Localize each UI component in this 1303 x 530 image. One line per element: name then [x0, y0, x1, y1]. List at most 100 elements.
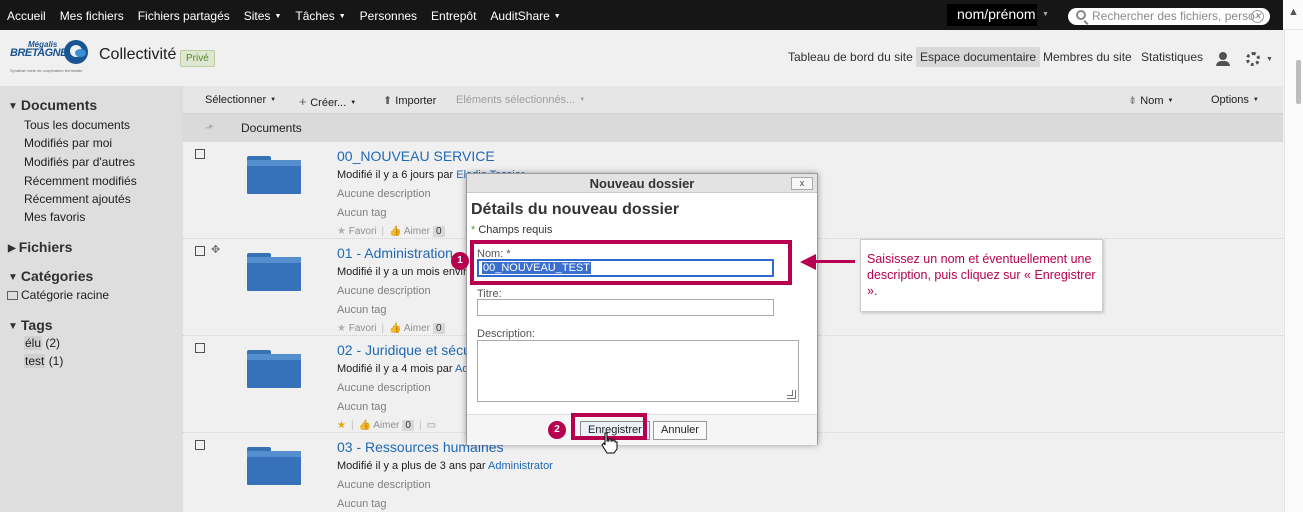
- sidebar-fichiers-header[interactable]: ▶ Fichiers: [8, 239, 72, 255]
- gear-icon[interactable]: [1246, 52, 1260, 66]
- description-field[interactable]: [477, 340, 799, 402]
- sidebar-tags-header[interactable]: ▼ Tags: [8, 317, 53, 333]
- author-link[interactable]: Administrator: [488, 460, 553, 472]
- sidebar-tag-test[interactable]: test (1): [24, 354, 63, 368]
- topnav-sites[interactable]: Sites ▼: [244, 9, 282, 23]
- folder-icon[interactable]: [247, 447, 301, 485]
- arrow-line: [815, 260, 855, 263]
- sidebar-item-modifies-par-moi[interactable]: Modifiés par moi: [24, 136, 112, 150]
- breadcrumb-bar: ⬏ Documents: [183, 114, 1283, 142]
- row-checkbox[interactable]: [195, 440, 205, 450]
- scroll-up-arrow-icon[interactable]: ▲: [1288, 6, 1299, 18]
- tag-count: (2): [45, 336, 61, 350]
- caret-down-icon: ▼: [338, 13, 346, 20]
- star-icon[interactable]: ★: [337, 323, 346, 334]
- dialog-heading: Détails du nouveau dossier: [471, 201, 680, 218]
- description-text: Aucune description: [337, 382, 431, 394]
- caret-down-icon: ▼: [270, 97, 277, 103]
- select-menu-button[interactable]: Sélectionner ▼: [205, 94, 276, 106]
- user-menu[interactable]: nom/prénom: [947, 4, 1037, 26]
- required-note-text: Champs requis: [478, 224, 553, 236]
- new-folder-dialog: Nouveau dossier x Détails du nouveau dos…: [466, 173, 818, 445]
- sidebar-item-mes-favoris[interactable]: Mes favoris: [24, 210, 85, 224]
- topnav-sites-label: Sites: [243, 9, 271, 23]
- top-navigation-menu: Accueil Mes fichiers Fichiers partagés S…: [0, 9, 568, 23]
- search-input[interactable]: Rechercher des fichiers, perso ✕: [1068, 8, 1270, 25]
- like-count: 0: [432, 323, 445, 334]
- row-actions: ★ | 👍 Aimer 0 | ▭: [337, 420, 437, 431]
- sitenav-tableau-de-bord[interactable]: Tableau de bord du site: [788, 50, 913, 64]
- top-navigation-bar: Accueil Mes fichiers Fichiers partagés S…: [0, 0, 1303, 30]
- row-actions: ★ Favori | 👍 Aimer 0: [337, 226, 445, 237]
- sort-label: Nom: [1140, 95, 1164, 107]
- selected-items-label: Eléments sélectionnés...: [456, 94, 576, 106]
- sidebar-documents-header[interactable]: ▼ Documents: [8, 97, 97, 113]
- create-menu-button[interactable]: + Créer... ▼: [299, 94, 356, 109]
- like-link[interactable]: Aimer: [373, 420, 399, 431]
- parent-folder-icon[interactable]: ⬏: [205, 123, 215, 134]
- sidebar-categories-header[interactable]: ▼ Catégories: [8, 268, 93, 284]
- favorite-link[interactable]: Favori: [349, 226, 377, 237]
- folder-title-link[interactable]: 00_NOUVEAU SERVICE: [337, 148, 495, 164]
- favorite-link[interactable]: Favori: [349, 323, 377, 334]
- sitenav-espace-documentaire[interactable]: Espace documentaire: [916, 47, 1041, 67]
- sidebar-item-recemment-modifies[interactable]: Récemment modifiés: [24, 174, 137, 188]
- name-field-value: 00_NOUVEAU_TEST: [482, 262, 591, 274]
- caret-down-icon: ▼: [274, 13, 282, 20]
- select-label: Sélectionner: [205, 94, 267, 106]
- clear-search-icon[interactable]: ✕: [1251, 10, 1264, 23]
- options-label: Options: [1211, 94, 1249, 106]
- gear-caret-icon[interactable]: ▼: [1266, 56, 1273, 63]
- topnav-auditshare[interactable]: AuditShare ▼: [490, 9, 560, 23]
- star-icon[interactable]: ★: [337, 420, 346, 431]
- selected-items-menu[interactable]: Eléments sélectionnés... ▼: [456, 94, 585, 106]
- like-icon[interactable]: 👍: [359, 420, 371, 431]
- logo-swirl-icon: [64, 40, 88, 64]
- topnav-accueil[interactable]: Accueil: [7, 9, 46, 23]
- folder-icon[interactable]: [247, 350, 301, 388]
- topnav-mes-fichiers[interactable]: Mes fichiers: [60, 9, 124, 23]
- topnav-taches[interactable]: Tâches ▼: [295, 9, 345, 23]
- row-checkbox[interactable]: [195, 149, 205, 159]
- sitenav-membres[interactable]: Membres du site: [1043, 50, 1132, 64]
- folder-title-link[interactable]: 01 - Administration: [337, 245, 453, 261]
- drag-handle-icon[interactable]: ✥: [211, 243, 220, 256]
- sidebar-tag-elu[interactable]: élu (2): [24, 336, 60, 350]
- like-icon[interactable]: 👍: [389, 226, 401, 237]
- close-button[interactable]: x: [791, 177, 813, 190]
- folder-icon[interactable]: [247, 156, 301, 194]
- options-menu-button[interactable]: Options ▼: [1211, 94, 1259, 106]
- folder-icon[interactable]: [247, 253, 301, 291]
- megalis-logo[interactable]: Mégalis BRETAGNE Syndicat mixte de coopé…: [10, 40, 88, 74]
- import-button[interactable]: ⬆ Importer: [383, 94, 436, 107]
- instruction-note: Saisissez un nom et éventuellement une d…: [860, 239, 1103, 312]
- cancel-button[interactable]: Annuler: [653, 421, 707, 440]
- sidebar-item-modifies-par-autres[interactable]: Modifiés par d'autres: [24, 155, 135, 169]
- resize-grip-icon[interactable]: [787, 390, 796, 399]
- add-user-icon[interactable]: [1216, 52, 1230, 66]
- sidebar-item-categorie-racine[interactable]: Catégorie racine: [7, 288, 109, 302]
- name-field[interactable]: 00_NOUVEAU_TEST: [477, 259, 774, 277]
- step2-badge: 2: [548, 421, 566, 439]
- sort-menu-button[interactable]: ⇟ Nom ▼: [1128, 94, 1173, 107]
- sidebar-item-recemment-ajoutes[interactable]: Récemment ajoutés: [24, 192, 131, 206]
- topnav-entrepot[interactable]: Entrepôt: [431, 9, 476, 23]
- row-checkbox[interactable]: [195, 343, 205, 353]
- collapsed-triangle-icon: ▶: [8, 243, 16, 254]
- comment-icon[interactable]: ▭: [427, 420, 436, 431]
- row-checkbox[interactable]: [195, 246, 205, 256]
- like-link[interactable]: Aimer: [404, 226, 430, 237]
- topnav-personnes[interactable]: Personnes: [360, 9, 417, 23]
- breadcrumb[interactable]: Documents: [241, 121, 302, 135]
- star-icon[interactable]: ★: [337, 226, 346, 237]
- topnav-fichiers-partages[interactable]: Fichiers partagés: [138, 9, 230, 23]
- like-icon[interactable]: 👍: [389, 323, 401, 334]
- user-menu-caret-icon[interactable]: ▼: [1042, 11, 1049, 18]
- dialog-titlebar[interactable]: Nouveau dossier x: [467, 174, 817, 193]
- list-item: 03 - Ressources humaines Modifié il y a …: [183, 433, 1283, 530]
- sidebar-item-tous-les-documents[interactable]: Tous les documents: [24, 118, 130, 132]
- title-field[interactable]: [477, 299, 774, 316]
- like-link[interactable]: Aimer: [404, 323, 430, 334]
- sitenav-statistiques[interactable]: Statistiques: [1141, 50, 1203, 64]
- scrollbar-thumb[interactable]: [1296, 60, 1301, 104]
